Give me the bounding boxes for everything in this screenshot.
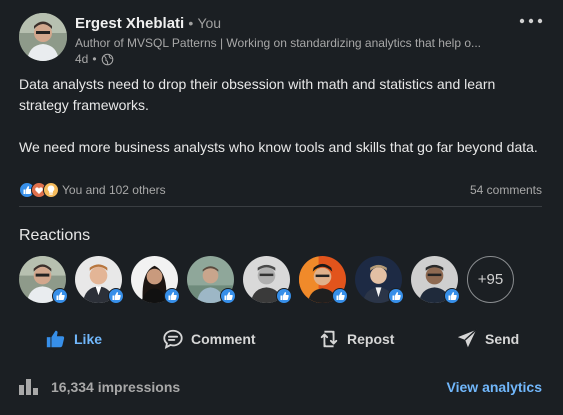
reactor-avatar[interactable] bbox=[299, 256, 348, 304]
author-headline: Author of MVSQL Patterns | Working on st… bbox=[75, 36, 481, 50]
impressions-row: 16,334 impressions View analytics bbox=[19, 376, 542, 398]
send-button[interactable]: Send bbox=[456, 324, 519, 354]
send-label: Send bbox=[485, 331, 520, 347]
reactor-avatar[interactable] bbox=[243, 256, 292, 304]
post-header: Ergest Xheblati • You Author of MVSQL Pa… bbox=[19, 13, 549, 67]
post-paragraph: We need more business analysts who know … bbox=[19, 139, 538, 155]
reactor-avatar[interactable] bbox=[411, 256, 460, 304]
reactor-avatar[interactable] bbox=[75, 256, 124, 304]
post-meta: 4d • bbox=[75, 52, 114, 66]
action-bar: Like Comment Repost Send bbox=[0, 324, 563, 354]
thumbs-up-icon bbox=[46, 330, 65, 348]
social-counts: You and 102 others 54 comments bbox=[19, 180, 542, 200]
like-icon bbox=[276, 288, 292, 304]
reactor-avatar[interactable] bbox=[19, 256, 68, 304]
comment-label: Comment bbox=[191, 331, 256, 347]
bar-chart-icon bbox=[19, 379, 38, 395]
reactor-avatar[interactable] bbox=[187, 256, 236, 304]
insightful-icon bbox=[43, 182, 59, 198]
author-separator: • bbox=[188, 15, 194, 31]
like-button[interactable]: Like bbox=[45, 324, 102, 354]
reactor-avatar[interactable] bbox=[355, 256, 404, 304]
like-icon bbox=[52, 288, 68, 304]
send-icon bbox=[457, 329, 477, 348]
like-icon bbox=[444, 288, 460, 304]
more-reactors-button[interactable]: +95 bbox=[467, 256, 514, 303]
more-dots-icon[interactable] bbox=[518, 13, 544, 29]
post-paragraph: Data analysts need to drop their obsessi… bbox=[19, 76, 496, 113]
reaction-icons[interactable] bbox=[19, 182, 59, 198]
reactor-avatar[interactable] bbox=[131, 256, 180, 304]
author-avatar[interactable] bbox=[19, 13, 67, 61]
view-analytics-link[interactable]: View analytics bbox=[447, 379, 542, 395]
like-label: Like bbox=[74, 331, 103, 347]
author-relation: You bbox=[197, 15, 222, 31]
author-name-line: Ergest Xheblati • You bbox=[75, 15, 221, 32]
comments-count[interactable]: 54 comments bbox=[470, 183, 542, 197]
comment-icon bbox=[163, 329, 183, 349]
repost-button[interactable]: Repost bbox=[318, 324, 394, 354]
author-name[interactable]: Ergest Xheblati bbox=[75, 15, 184, 32]
reactions-title: Reactions bbox=[19, 227, 91, 244]
like-icon bbox=[220, 288, 236, 304]
like-icon bbox=[332, 288, 348, 304]
divider bbox=[19, 206, 542, 207]
meta-separator: • bbox=[92, 52, 97, 66]
like-icon bbox=[388, 288, 404, 304]
repost-label: Repost bbox=[347, 331, 395, 347]
repost-icon bbox=[320, 330, 338, 348]
globe-icon bbox=[101, 53, 113, 65]
comment-button[interactable]: Comment bbox=[162, 324, 256, 354]
like-icon bbox=[108, 288, 124, 304]
like-icon bbox=[164, 288, 180, 304]
reactions-summary[interactable]: You and 102 others bbox=[62, 183, 166, 197]
post-body: Data analysts need to drop their obsessi… bbox=[19, 74, 544, 179]
impressions-count: 16,334 impressions bbox=[51, 379, 181, 395]
post-age: 4d bbox=[75, 52, 89, 66]
